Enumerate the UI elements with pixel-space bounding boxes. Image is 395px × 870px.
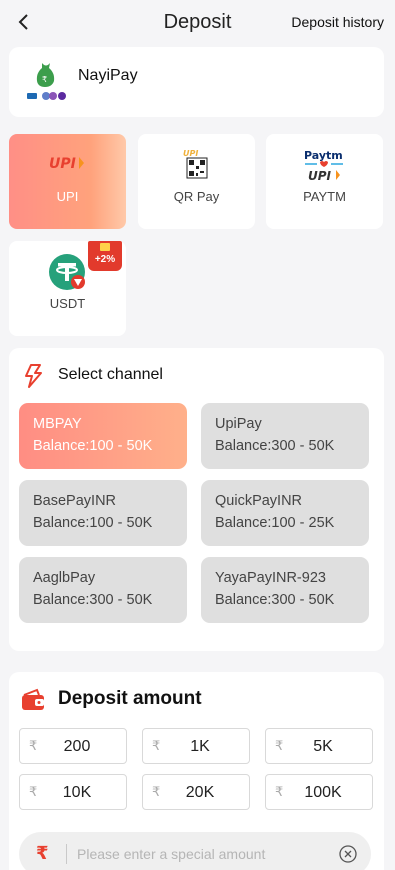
amount-option[interactable]: ₹ 5K bbox=[265, 728, 373, 764]
amount-value: 100K bbox=[304, 784, 342, 801]
svg-text:₹: ₹ bbox=[42, 75, 47, 84]
upi-logo-icon: UPI bbox=[49, 154, 87, 177]
amount-value: 5K bbox=[313, 738, 333, 755]
deposit-history-link[interactable]: Deposit history bbox=[291, 14, 384, 30]
amount-option[interactable]: ₹ 20K bbox=[142, 774, 250, 810]
amount-option[interactable]: ₹ 1K bbox=[142, 728, 250, 764]
channel-balance: Balance:300 - 50K bbox=[215, 592, 335, 608]
upi-logo-text: UPI bbox=[49, 156, 76, 172]
paytm-logo-icon: Paytm UPI bbox=[303, 148, 347, 189]
paytm-logo-text: Paytm bbox=[304, 149, 343, 162]
channel-name: MBPAY bbox=[33, 416, 82, 432]
amount-value: 200 bbox=[63, 738, 91, 755]
channel-balance: Balance:300 - 50K bbox=[33, 592, 153, 608]
lightning-icon bbox=[23, 364, 45, 393]
provider-name: NayiPay bbox=[78, 67, 138, 84]
amount-card: Deposit amount ₹ 200 ₹ 1K ₹ 5K ₹ 10K ₹ 2… bbox=[9, 672, 384, 870]
channel-card: Select channel MBPAY Balance:100 - 50K U… bbox=[9, 348, 384, 651]
method-upi[interactable]: UPI UPI bbox=[9, 134, 126, 229]
channel-option[interactable]: QuickPayINR Balance:100 - 25K bbox=[201, 480, 369, 546]
channel-balance: Balance:100 - 50K bbox=[33, 515, 153, 531]
method-label: PAYTM bbox=[303, 189, 346, 204]
bonus-badge: +2% bbox=[88, 241, 122, 271]
wallet-icon bbox=[21, 688, 47, 717]
amount-value: 10K bbox=[62, 784, 92, 801]
clear-icon[interactable] bbox=[339, 845, 357, 863]
amount-option[interactable]: ₹ 10K bbox=[19, 774, 127, 810]
provider-logo-icon: ₹ bbox=[25, 59, 73, 105]
qr-upi-text: UPI bbox=[183, 149, 198, 158]
channel-balance: Balance:100 - 25K bbox=[215, 515, 335, 531]
channel-option[interactable]: UpiPay Balance:300 - 50K bbox=[201, 403, 369, 469]
bonus-text: +2% bbox=[94, 254, 116, 265]
channel-option[interactable]: BasePayINR Balance:100 - 50K bbox=[19, 480, 187, 546]
qr-code-icon: UPI bbox=[177, 148, 217, 187]
method-label: UPI bbox=[56, 189, 79, 204]
channel-option[interactable]: MBPAY Balance:100 - 50K bbox=[19, 403, 187, 469]
channel-balance: Balance:100 - 50K bbox=[33, 438, 153, 454]
channel-name: YayaPayINR-923 bbox=[215, 570, 326, 586]
method-qr-pay[interactable]: UPI QR Pay bbox=[138, 134, 255, 229]
tether-icon bbox=[48, 254, 88, 297]
method-paytm[interactable]: Paytm UPI PAYTM bbox=[266, 134, 383, 229]
amount-option[interactable]: ₹ 100K bbox=[265, 774, 373, 810]
special-amount-field: ₹ bbox=[19, 832, 371, 870]
channel-balance: Balance:300 - 50K bbox=[215, 438, 335, 454]
amount-value: 20K bbox=[185, 784, 215, 801]
method-usdt[interactable]: USDT +2% bbox=[9, 241, 126, 336]
amount-value: 1K bbox=[190, 738, 210, 755]
channel-option[interactable]: AaglbPay Balance:300 - 50K bbox=[19, 557, 187, 623]
channel-name: QuickPayINR bbox=[215, 493, 303, 509]
channel-name: UpiPay bbox=[215, 416, 262, 432]
divider bbox=[66, 844, 67, 864]
section-title: Deposit amount bbox=[58, 688, 202, 709]
method-label: QR Pay bbox=[173, 189, 220, 204]
upi-logo-text: UPI bbox=[308, 169, 332, 183]
gift-icon bbox=[100, 243, 110, 251]
special-amount-input[interactable] bbox=[77, 838, 327, 870]
channel-name: BasePayINR bbox=[33, 493, 117, 509]
top-bar: Deposit Deposit history bbox=[0, 0, 395, 46]
amount-option[interactable]: ₹ 200 bbox=[19, 728, 127, 764]
rupee-icon: ₹ bbox=[36, 843, 49, 863]
channel-option[interactable]: YayaPayINR-923 Balance:300 - 50K bbox=[201, 557, 369, 623]
method-label: USDT bbox=[49, 296, 86, 311]
section-title: Select channel bbox=[58, 366, 163, 383]
provider-card[interactable]: ₹ NayiPay bbox=[9, 47, 384, 117]
channel-name: AaglbPay bbox=[33, 570, 96, 586]
